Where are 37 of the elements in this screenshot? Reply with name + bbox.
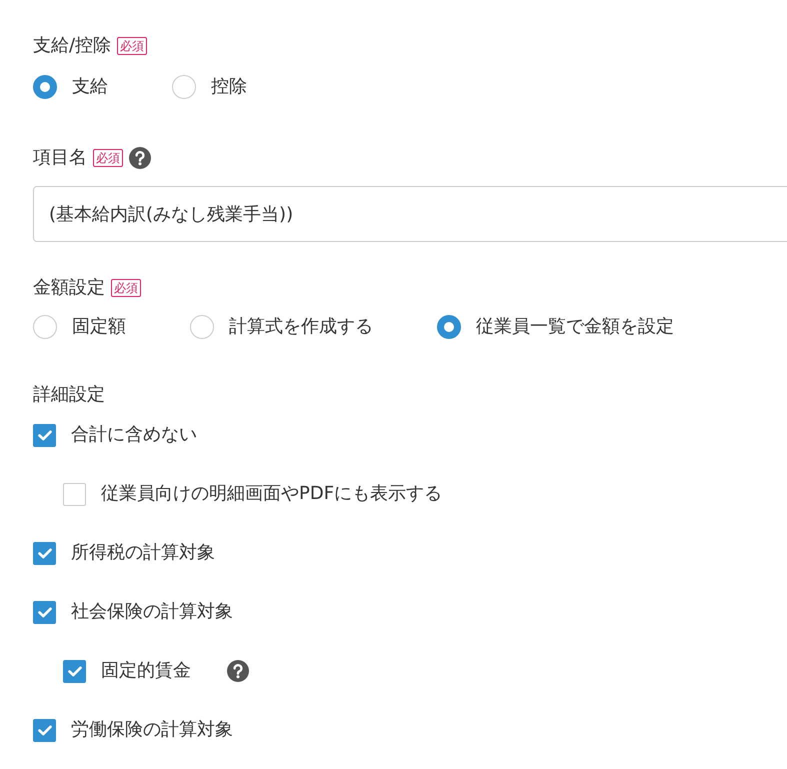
radio-button[interactable]: [172, 75, 196, 99]
radio-button[interactable]: [33, 75, 57, 99]
checkbox-option[interactable]: 固定的賃金: [63, 658, 191, 684]
checkbox[interactable]: [33, 600, 56, 624]
field-label: 支給/控除: [33, 34, 112, 58]
help-icon[interactable]: [129, 147, 151, 169]
field-label: 金額設定: [33, 276, 105, 300]
checkbox-option[interactable]: 従業員向けの明細画面やPDFにも表示する: [63, 481, 442, 507]
radio-button[interactable]: [437, 315, 461, 339]
radio-option[interactable]: 固定額: [33, 314, 126, 340]
input-field[interactable]: (基本給内訳(みなし残業手当)): [33, 186, 787, 242]
check-icon: [38, 548, 52, 558]
radio-button[interactable]: [33, 315, 57, 339]
radio-option[interactable]: 計算式を作成する: [190, 314, 373, 340]
checkbox-option[interactable]: 社会保険の計算対象: [33, 599, 233, 625]
check-icon: [38, 724, 52, 736]
check-icon: [38, 606, 52, 618]
check-icon: [68, 666, 82, 676]
checkbox[interactable]: [33, 718, 56, 742]
checkbox[interactable]: [63, 482, 86, 506]
checkbox[interactable]: [63, 660, 86, 682]
field-label: 詳細設定: [33, 383, 105, 407]
field-label: 項目名: [33, 146, 87, 170]
checkbox-option[interactable]: 所得税の計算対象: [33, 540, 215, 566]
checkbox-option[interactable]: 合計に含めない: [33, 422, 197, 448]
required-badge: 必須: [117, 37, 148, 55]
checkbox-option[interactable]: 労働保険の計算対象: [33, 717, 233, 743]
check-icon: [38, 430, 52, 440]
checkbox[interactable]: [33, 424, 56, 446]
required-badge: 必須: [93, 149, 123, 167]
radio-option[interactable]: 従業員一覧で金額を設定: [437, 314, 674, 340]
radio-button[interactable]: [190, 315, 214, 339]
required-badge: 必須: [111, 279, 141, 297]
radio-option[interactable]: 控除: [172, 74, 247, 100]
help-icon[interactable]: [227, 660, 249, 682]
radio-option[interactable]: 支給: [33, 74, 108, 100]
checkbox[interactable]: [33, 542, 56, 564]
